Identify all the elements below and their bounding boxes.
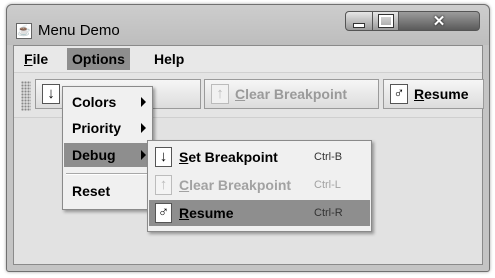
menu-item-priority-label: Priority: [72, 120, 122, 136]
resume-icon: ♂: [390, 84, 408, 104]
submenu-arrow-icon: [141, 150, 146, 160]
java-cup-icon: ☕: [16, 23, 32, 39]
window-title: Menu Demo: [38, 22, 120, 39]
menu-options[interactable]: Options: [67, 48, 130, 70]
menu-item-set-breakpoint-label: Set Breakpoint: [179, 149, 314, 165]
clear-breakpoint-button[interactable]: ↑ Clear Breakpoint: [204, 79, 379, 109]
menu-item-set-breakpoint[interactable]: ↓ Set Breakpoint Ctrl-B: [149, 144, 370, 170]
menu-file-mnemonic: F: [24, 51, 33, 67]
accelerator-ctrl-r: Ctrl-R: [314, 207, 343, 219]
resume-mnemonic: R: [179, 205, 190, 221]
resume-label: Resume: [414, 86, 468, 102]
set-breakpoint-rest: et Breakpoint: [188, 149, 278, 165]
close-button[interactable]: ✕: [398, 11, 480, 31]
resume-mnemonic: R: [414, 86, 425, 102]
debug-submenu-popup: ↓ Set Breakpoint Ctrl-B ↑ Clear Breakpoi…: [147, 140, 372, 232]
accelerator-ctrl-b: Ctrl-B: [314, 151, 343, 163]
menu-item-colors-label: Colors: [72, 94, 117, 110]
menu-file-label: ile: [32, 51, 49, 67]
menu-item-clear-breakpoint-label: Clear Breakpoint: [179, 177, 314, 193]
menu-item-resume[interactable]: ♂ Resume Ctrl-R: [149, 200, 370, 226]
menu-item-debug-label: Debug: [72, 147, 116, 163]
clear-breakpoint-label: Clear Breakpoint: [235, 86, 347, 102]
menu-item-priority[interactable]: Priority: [64, 116, 151, 140]
menu-item-resume-label: Resume: [179, 205, 314, 221]
arrow-up-icon: ↑: [155, 175, 172, 195]
clear-breakpoint-rest: lear Breakpoint: [189, 177, 292, 193]
set-breakpoint-mnemonic: S: [179, 149, 189, 165]
menu-help[interactable]: Help: [150, 49, 188, 69]
submenu-arrow-icon: [141, 97, 146, 107]
menu-item-clear-breakpoint[interactable]: ↑ Clear Breakpoint Ctrl-L: [149, 172, 370, 198]
clear-breakpoint-mnemonic: C: [179, 177, 190, 193]
menu-item-debug[interactable]: Debug: [64, 143, 151, 167]
title-bar[interactable]: ☕ Menu Demo ✕: [7, 5, 489, 45]
clear-breakpoint-rest: lear Breakpoint: [245, 86, 348, 102]
arrow-down-icon: ↓: [155, 147, 172, 167]
accelerator-ctrl-l: Ctrl-L: [314, 179, 341, 191]
submenu-arrow-icon: [141, 123, 146, 133]
menu-separator: [66, 173, 149, 175]
minimize-icon: [353, 22, 365, 28]
maximize-button[interactable]: [372, 11, 399, 31]
resume-rest: esume: [424, 86, 469, 102]
minimize-button[interactable]: [345, 11, 373, 31]
arrow-up-icon: ↑: [211, 84, 229, 104]
menu-file[interactable]: File: [20, 49, 52, 69]
menu-item-reset[interactable]: Reset: [64, 179, 151, 203]
arrow-down-icon: ↓: [42, 84, 60, 104]
menu-bar: File Options Help: [14, 46, 482, 72]
close-icon: ✕: [432, 13, 446, 30]
menu-item-colors[interactable]: Colors: [64, 90, 151, 114]
resume-button[interactable]: ♂ Resume: [383, 79, 484, 109]
toolbar-grip[interactable]: [21, 81, 31, 111]
options-menu-popup: Colors Priority Debug Reset: [62, 86, 153, 210]
clear-breakpoint-mnemonic: C: [235, 86, 246, 102]
resume-rest: esume: [189, 205, 234, 221]
resume-icon: ♂: [155, 203, 172, 223]
menu-item-reset-label: Reset: [72, 183, 111, 199]
maximize-icon: [377, 14, 394, 28]
